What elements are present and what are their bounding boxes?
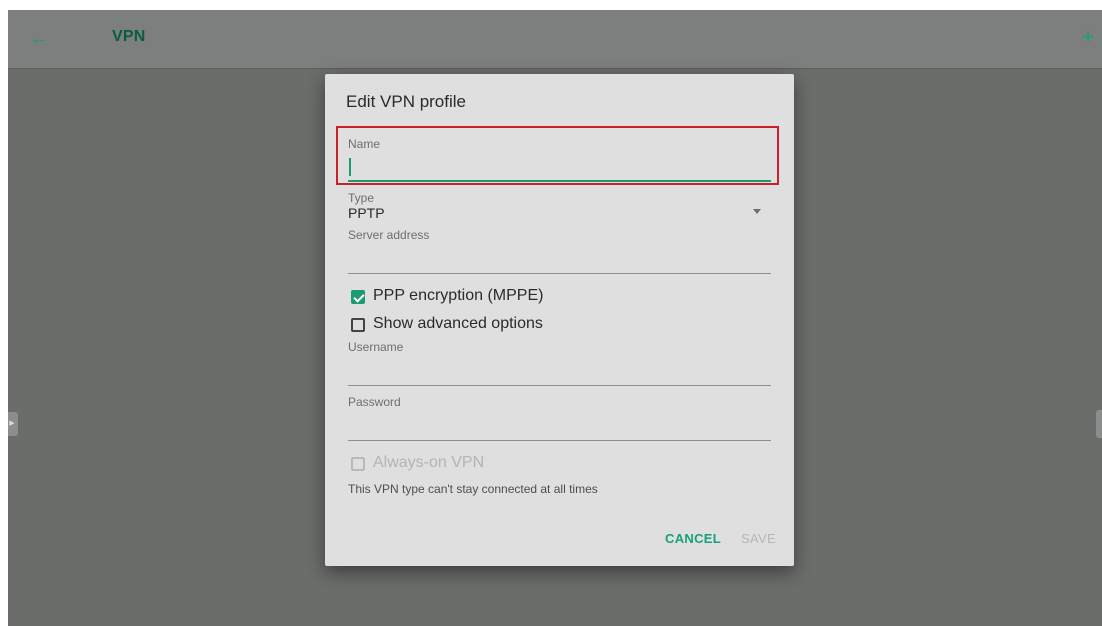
show-advanced-options-label: Show advanced options [373, 315, 543, 332]
password-label: Password [348, 395, 401, 409]
always-on-vpn-label: Always-on VPN [373, 454, 485, 471]
checkbox-disabled-icon [351, 457, 365, 471]
server-address-label: Server address [348, 228, 430, 242]
app-bar: ← VPN + [8, 10, 1102, 69]
username-input[interactable] [348, 385, 771, 386]
right-edge-handle[interactable] [1096, 410, 1102, 438]
edit-vpn-profile-dialog: Edit VPN profile Name Type PPTP Server a… [325, 74, 794, 566]
add-vpn-plus-icon[interactable]: + [1076, 24, 1100, 50]
checkbox-checked-icon [351, 290, 365, 304]
type-dropdown[interactable] [345, 200, 771, 222]
back-arrow-icon[interactable]: ← [26, 25, 52, 51]
app-bar-title: VPN [112, 28, 146, 45]
username-label: Username [348, 340, 404, 354]
name-field-highlight [336, 126, 779, 185]
save-button[interactable]: SAVE [741, 531, 776, 546]
checkbox-unchecked-icon [351, 318, 365, 332]
password-input[interactable] [348, 440, 771, 441]
name-label: Name [348, 137, 381, 151]
name-input[interactable] [348, 180, 771, 182]
always-on-hint-text: This VPN type can't stay connected at al… [348, 482, 598, 496]
left-edge-handle[interactable]: ▶ [8, 412, 18, 436]
screen: ← VPN + ▶ Edit VPN profile Name Type PPT… [8, 10, 1102, 626]
dropdown-arrow-icon [753, 209, 761, 214]
name-field-cursor [349, 158, 351, 176]
ppp-encryption-label: PPP encryption (MPPE) [373, 287, 544, 304]
cancel-button[interactable]: CANCEL [665, 531, 721, 546]
dialog-title: Edit VPN profile [346, 92, 466, 111]
server-address-input[interactable] [348, 273, 771, 274]
type-selected-value: PPTP [348, 205, 385, 221]
